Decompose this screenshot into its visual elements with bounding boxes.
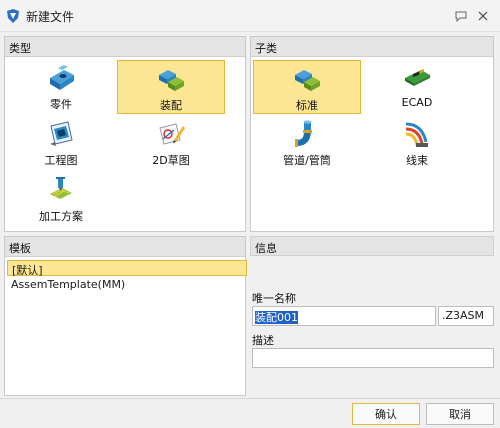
close-icon[interactable]: [474, 7, 492, 25]
machining-plan-icon: [50, 177, 72, 199]
type-item-label: 加工方案: [39, 210, 83, 223]
type-panel-header: 类型: [5, 37, 245, 57]
ecad-board-icon: [405, 68, 430, 86]
chat-bubble-icon[interactable]: [452, 7, 470, 25]
type-item-label: 装配: [160, 99, 182, 112]
title-bar: 新建文件: [0, 0, 500, 32]
type-item-part[interactable]: 零件: [7, 60, 115, 114]
template-item-assem-mm[interactable]: AssemTemplate(MM): [7, 277, 247, 293]
type-item-label: 工程图: [44, 154, 78, 167]
cancel-button[interactable]: 取消: [426, 403, 494, 425]
subtype-item-label: 管道/管筒: [283, 154, 331, 167]
description-input[interactable]: [252, 348, 494, 368]
unique-name-label: 唯一名称: [252, 292, 296, 305]
type-item-assembly[interactable]: 装配: [117, 60, 225, 114]
drawing-icon: [50, 121, 73, 146]
subtype-item-harness[interactable]: 线束: [363, 116, 471, 170]
description-label: 描述: [252, 334, 274, 347]
subtype-item-label: 标准: [296, 99, 318, 112]
file-extension-field: .Z3ASM: [438, 306, 494, 326]
harness-icon: [405, 122, 428, 147]
subtype-item-ecad[interactable]: ECAD: [363, 60, 471, 114]
type-item-machining-plan[interactable]: 加工方案: [7, 172, 115, 226]
app-logo-icon: [7, 9, 19, 23]
subtype-item-label: ECAD: [401, 96, 433, 109]
unique-name-value: 装配001: [255, 311, 298, 324]
unique-name-input[interactable]: 装配001: [252, 306, 436, 326]
window-title: 新建文件: [26, 10, 75, 24]
type-item-drawing[interactable]: 工程图: [7, 116, 115, 170]
footer-divider: [0, 398, 500, 399]
subtype-panel: 子类 标准 ECAD 管道/管筒 线束: [250, 36, 494, 232]
subtype-item-standard[interactable]: 标准: [253, 60, 361, 114]
type-item-2d-sketch[interactable]: 2D草图: [117, 116, 225, 170]
type-item-label: 零件: [50, 98, 72, 111]
subtype-item-piping[interactable]: 管道/管筒: [253, 116, 361, 170]
assembly-icon: [295, 70, 320, 91]
part-icon: [50, 65, 74, 90]
assembly-icon: [159, 70, 184, 91]
template-panel-header: 模板: [5, 237, 245, 257]
template-panel: 模板 [默认] AssemTemplate(MM): [4, 236, 247, 396]
ok-button[interactable]: 确认: [352, 403, 420, 425]
subtype-panel-header: 子类: [251, 37, 493, 57]
sketch-icon: [159, 123, 185, 145]
info-panel: 信息 唯一名称 装配001 .Z3ASM 描述: [250, 236, 494, 396]
type-item-label: 2D草图: [152, 154, 190, 167]
piping-icon: [295, 120, 312, 147]
subtype-item-label: 线束: [406, 154, 428, 167]
type-panel: 类型 零件 装配 工程图 2D草图 加工方案: [4, 36, 246, 232]
template-item-default[interactable]: [默认]: [7, 260, 247, 277]
info-panel-header: 信息: [250, 236, 494, 256]
